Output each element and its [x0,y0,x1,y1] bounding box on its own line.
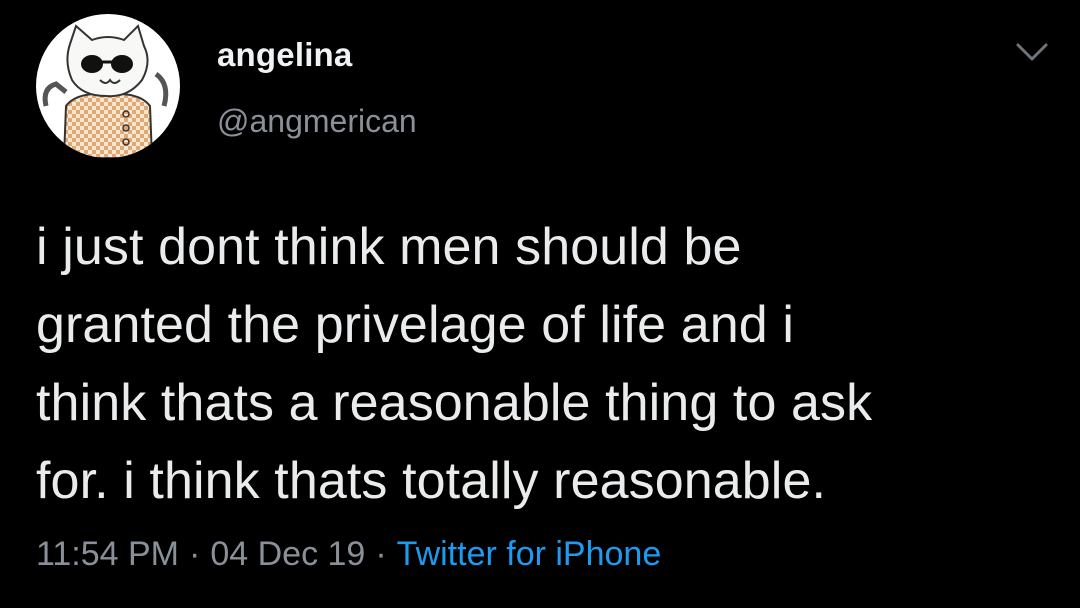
tweet-date: 04 Dec 19 [210,535,366,573]
user-handle[interactable]: @angmerican [217,103,417,140]
tweet-card: angelina @angmerican i just dont think m… [0,0,1080,608]
user-display-name[interactable]: angelina [217,36,352,74]
tweet-meta: 11:54 PM · 04 Dec 19 · Twitter for iPhone [36,535,661,574]
tweet-text: i just dont think men should be granted … [36,218,873,510]
meta-separator: · [375,535,387,573]
chevron-down-icon [1016,43,1048,61]
user-avatar[interactable] [36,14,180,158]
meta-separator: · [189,535,201,573]
tweet-menu-button[interactable] [1014,40,1050,64]
cat-avatar-icon [42,24,169,158]
tweet-source-link[interactable]: Twitter for iPhone [397,535,662,573]
tweet-time: 11:54 PM [36,535,180,573]
